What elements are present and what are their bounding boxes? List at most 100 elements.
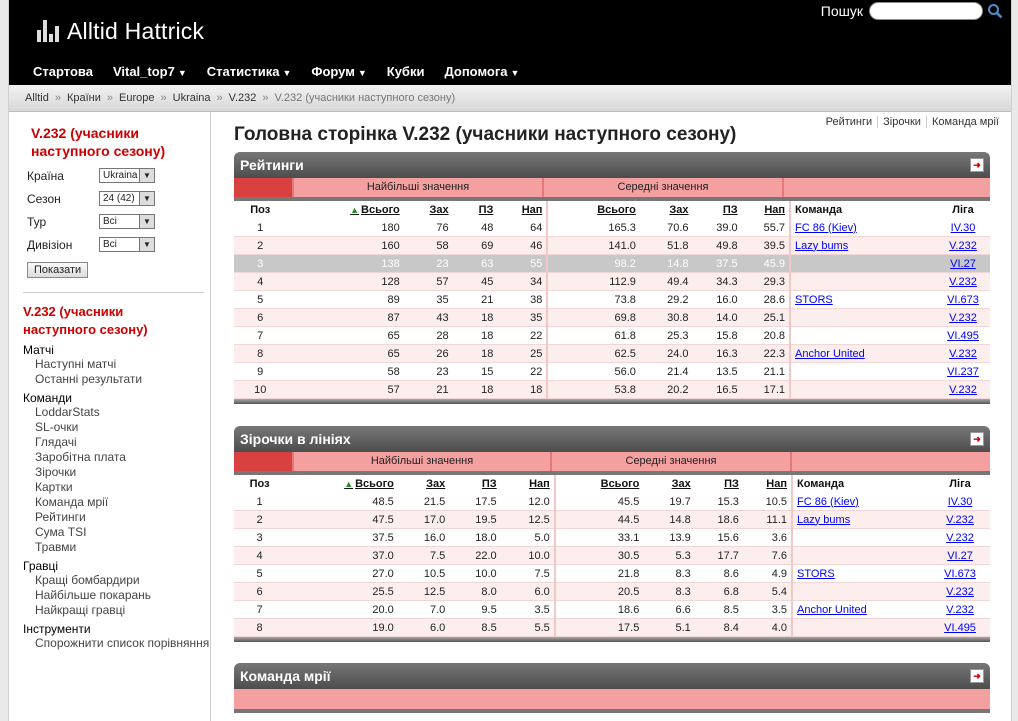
league-link[interactable]: V.232 bbox=[946, 532, 974, 544]
nav-item-1[interactable]: Vital_top7 ▼ bbox=[105, 64, 195, 79]
sidebar-link[interactable]: LoddarStats bbox=[9, 405, 210, 420]
league-link[interactable]: VI.495 bbox=[944, 622, 976, 634]
league-link[interactable]: V.232 bbox=[946, 514, 974, 526]
column-header[interactable]: Нап bbox=[743, 475, 792, 493]
column-header[interactable]: ПЗ bbox=[695, 475, 743, 493]
cell-value: 6.6 bbox=[675, 603, 691, 616]
column-header[interactable]: Нап bbox=[497, 201, 547, 219]
league-link[interactable]: V.232 bbox=[946, 586, 974, 598]
league-link[interactable]: VI.237 bbox=[947, 366, 979, 378]
breadcrumb-item[interactable]: Alltid bbox=[25, 92, 49, 104]
team-link[interactable]: STORS bbox=[797, 568, 835, 580]
league-link[interactable]: VI.495 bbox=[947, 330, 979, 342]
table-cell: 18 bbox=[452, 326, 498, 345]
sidebar-link[interactable]: Останні результати bbox=[9, 372, 210, 387]
league-link[interactable]: V.232 bbox=[949, 240, 977, 252]
nav-item-4[interactable]: Кубки bbox=[379, 64, 433, 79]
column-header[interactable]: ПЗ bbox=[449, 475, 500, 493]
table-cell: 6.6 bbox=[643, 600, 695, 619]
team-link[interactable]: STORS bbox=[795, 294, 833, 306]
sidebar-link[interactable]: Рейтинги bbox=[9, 510, 210, 525]
top-link[interactable]: Рейтинги bbox=[821, 116, 878, 128]
nav-item-5[interactable]: Допомога ▼ bbox=[436, 64, 527, 79]
team-link[interactable]: FC 86 (Kiev) bbox=[797, 496, 859, 508]
team-link[interactable]: Anchor United bbox=[795, 348, 865, 360]
expand-icon[interactable]: ➜ bbox=[970, 158, 984, 172]
sidebar-nav-title[interactable]: V.232 (учасники наступного сезону) bbox=[9, 303, 198, 339]
league-link[interactable]: V.232 bbox=[949, 348, 977, 360]
sidebar-link[interactable]: Кращі бомбардири bbox=[9, 573, 210, 588]
sidebar-link[interactable]: Найбільше покарань bbox=[9, 588, 210, 603]
column-header[interactable]: Зах bbox=[404, 201, 453, 219]
column-header[interactable]: Всього bbox=[553, 475, 644, 493]
league-link[interactable]: VI.673 bbox=[947, 294, 979, 306]
sidebar-link[interactable]: Заробітна плата bbox=[9, 450, 210, 465]
nav-item-3[interactable]: Форум ▼ bbox=[303, 64, 374, 79]
nav-item-label: Vital_top7 bbox=[112, 64, 175, 79]
team-link[interactable]: Anchor United bbox=[797, 604, 867, 616]
sidebar-link[interactable]: Сума TSI bbox=[9, 525, 210, 540]
breadcrumb-item[interactable]: Країни bbox=[67, 92, 101, 104]
league-link[interactable]: IV.30 bbox=[951, 222, 976, 234]
league-link[interactable]: V.232 bbox=[949, 276, 977, 288]
cell-value: 10.5 bbox=[423, 567, 446, 580]
filter-select[interactable]: Всі ▼ bbox=[99, 237, 155, 252]
sidebar-link[interactable]: SL-очки bbox=[9, 420, 210, 435]
expand-icon[interactable]: ➜ bbox=[970, 669, 984, 683]
caret-down-icon: ▼ bbox=[510, 68, 520, 78]
table-cell bbox=[789, 272, 936, 291]
table-cell: 180 bbox=[286, 219, 404, 237]
sidebar-link[interactable]: Команда мрії bbox=[9, 495, 210, 510]
breadcrumb-item[interactable]: V.232 bbox=[229, 92, 257, 104]
league-link[interactable]: V.232 bbox=[949, 312, 977, 324]
cell-value: 63 bbox=[481, 257, 494, 270]
column-header[interactable]: ▲ Всього bbox=[286, 201, 403, 219]
team-link[interactable]: Lazy bums bbox=[795, 240, 848, 252]
sidebar-link[interactable]: Картки bbox=[9, 480, 210, 495]
cell-value: 7 bbox=[257, 329, 264, 342]
team-link[interactable]: FC 86 (Kiev) bbox=[795, 222, 857, 234]
column-header[interactable]: ПЗ bbox=[693, 201, 742, 219]
sidebar-link[interactable]: Наступні матчі bbox=[9, 357, 210, 372]
nav-item-0[interactable]: Стартова bbox=[25, 64, 101, 79]
league-link[interactable]: VI.673 bbox=[944, 568, 976, 580]
column-header[interactable]: Зах bbox=[398, 475, 449, 493]
column-header[interactable]: ▲ Всього bbox=[285, 475, 398, 493]
breadcrumb-item[interactable]: Ukraina bbox=[173, 92, 211, 104]
league-link[interactable]: VI.27 bbox=[950, 258, 976, 270]
league-link[interactable]: VI.27 bbox=[947, 550, 973, 562]
sidebar-link[interactable]: Травми bbox=[9, 540, 210, 555]
column-header[interactable]: Зах bbox=[640, 201, 693, 219]
search-icon[interactable] bbox=[987, 3, 1003, 19]
column-header[interactable]: ПЗ bbox=[453, 201, 498, 219]
league-link[interactable]: V.232 bbox=[946, 604, 974, 616]
sidebar-link[interactable]: Зірочки bbox=[9, 465, 210, 480]
show-button[interactable]: Показати bbox=[27, 262, 89, 278]
search-input[interactable] bbox=[869, 2, 983, 20]
filter-select[interactable]: 24 (42) ▼ bbox=[99, 191, 155, 206]
stars-panel-header: Зірочки в лініях ➜ bbox=[234, 426, 990, 452]
top-link[interactable]: Команда мрії bbox=[925, 116, 1004, 128]
sidebar-link[interactable]: Найкращі гравці bbox=[9, 603, 210, 618]
dream-team-panel-title: Команда мрії bbox=[240, 668, 331, 684]
page-title: Головна сторінка V.232 (учасники наступн… bbox=[234, 124, 737, 145]
league-link[interactable]: IV.30 bbox=[948, 496, 973, 508]
column-header[interactable]: Нап bbox=[742, 201, 790, 219]
top-link[interactable]: Зірочки bbox=[877, 116, 926, 128]
nav-item-2[interactable]: Статистика ▼ bbox=[199, 64, 300, 79]
column-header[interactable]: Зах bbox=[643, 475, 694, 493]
filter-select[interactable]: Ukraina ▼ bbox=[99, 168, 155, 183]
sidebar-link[interactable]: Глядачі bbox=[9, 435, 210, 450]
team-link[interactable]: Lazy bums bbox=[797, 514, 850, 526]
logo[interactable]: Alltid Hattrick bbox=[37, 16, 204, 46]
expand-icon[interactable]: ➜ bbox=[970, 432, 984, 446]
sidebar-link[interactable]: Спорожнити список порівняння bbox=[9, 636, 210, 651]
column-header[interactable]: Нап bbox=[501, 475, 555, 493]
league-link[interactable]: V.232 bbox=[949, 384, 977, 396]
table-cell: 12.0 bbox=[500, 493, 555, 511]
filter-select[interactable]: Всі ▼ bbox=[99, 214, 155, 229]
breadcrumb-item[interactable]: Europe bbox=[119, 92, 154, 104]
table-cell: 19.5 bbox=[449, 510, 501, 529]
table-cell: 18 bbox=[452, 344, 498, 363]
column-header[interactable]: Всього bbox=[546, 201, 640, 219]
